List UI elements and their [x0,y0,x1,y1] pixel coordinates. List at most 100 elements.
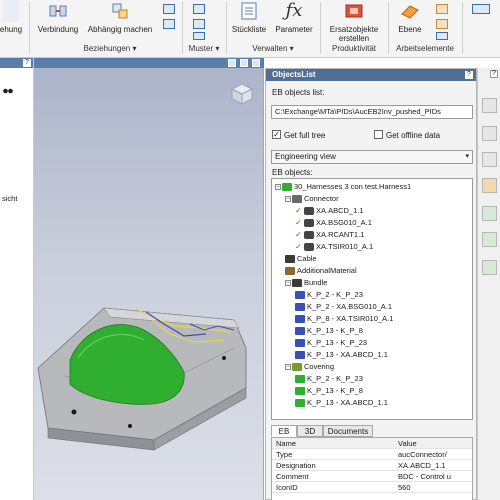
ebene-button[interactable]: Ebene [392,0,428,40]
tree-item[interactable]: K_P_8 - XA.TSIR010_A.1 [295,314,393,324]
harness-icon [282,183,292,192]
tree-item[interactable]: ✓ XA.ABCD_1.1 [295,206,364,216]
ribbon-button-partial[interactable]: ehung [0,0,24,40]
extra-icon[interactable] [472,4,490,14]
folder-icon [292,195,302,204]
circular-pattern-icon[interactable] [193,19,205,29]
tree-item[interactable]: K_P_13 - K_P_8 [295,326,363,336]
group-label-beziehungen[interactable]: Beziehungen ▾ [40,44,180,56]
help-icon[interactable]: ? [465,71,473,79]
covering-item-icon [295,375,305,384]
property-row[interactable]: Comment BDC - Control u [272,471,472,482]
wrench-icon[interactable] [482,152,497,167]
mirror-icon[interactable] [193,32,205,40]
connector-icon [304,207,314,216]
ribbon-separator [226,2,227,54]
property-value: XA.ABCD_1.1 [398,461,446,470]
tree-expander-icon[interactable]: − [275,184,281,191]
group-label-muster[interactable]: Muster ▾ [184,44,224,56]
harness-tool-icon[interactable] [482,206,497,221]
tree-item[interactable]: K_P_13 - K_P_8 [295,386,363,396]
covering-icon [292,363,302,372]
parameter-button[interactable]: ƒx Parameter [272,0,316,40]
status-check-icon: ✓ [295,218,302,228]
connection-icon [49,5,67,17]
status-check-icon: ✓ [295,230,302,240]
tree-item[interactable]: K_P_13 - K_P_23 [295,338,367,348]
ersatzobjekte-button[interactable]: Ersatzobjekte erstellen [322,0,386,43]
pencil-icon[interactable] [482,126,497,141]
tree-item-label: K_P_13 - K_P_8 [307,386,363,395]
tree-item[interactable]: Cable [285,254,317,264]
ucs-icon[interactable] [436,32,448,40]
connector-icon [304,231,314,240]
get-full-tree-label: Get full tree [284,131,326,140]
covering-tool-icon[interactable] [482,260,497,275]
pattern-small-icon-2[interactable] [163,19,175,29]
status-check-icon: ✓ [295,206,302,216]
tree-item[interactable]: AdditionalMaterial [285,266,357,276]
tree-item[interactable]: − Bundle [285,278,327,288]
tree-item[interactable]: K_P_2 - XA.BSG010_A.1 [295,302,392,312]
column-header-value: Value [398,439,417,448]
abhaengig-machen-button[interactable]: Abhängig machen [86,0,154,40]
tree-item-label: Bundle [304,278,328,287]
tree-expander-icon[interactable]: − [285,196,291,203]
tree-item[interactable]: ✓ XA.RCANT1.1 [295,230,364,240]
tree-expander-icon[interactable]: − [285,280,291,287]
ribbon-separator [462,2,463,54]
connector-tool-icon[interactable] [482,178,497,193]
group-label-verwalten[interactable]: Verwalten ▾ [228,44,318,56]
tree-item[interactable]: ✓ XA.TSIR010_A.1 [295,242,373,252]
property-row[interactable]: IconID 560 [272,482,472,493]
bundle-item-icon [295,351,305,360]
cable-icon [285,255,295,264]
tree-item[interactable]: K_P_13 - XA.ABCD_1.1 [295,398,388,408]
eb-objects-label: EB objects: [272,168,313,177]
bundle-item-icon [295,303,305,312]
view-select[interactable]: Engineering view ▾ [271,150,473,164]
bundle-item-icon [295,315,305,324]
bundle-tool-icon[interactable] [482,232,497,247]
tree-expander-icon[interactable]: − [285,364,291,371]
point-icon[interactable] [436,19,448,29]
ribbon-separator [320,2,321,54]
tree-item[interactable]: − 30_Harnesses 3 con test.Harness1 [275,182,411,192]
tab-eb[interactable]: EB [271,425,297,437]
get-offline-data-checkbox[interactable] [374,130,383,139]
3d-viewport[interactable] [34,58,264,500]
verbindung-button[interactable]: Verbindung [32,0,84,40]
property-row[interactable]: Type aucConnector/ [272,449,472,460]
tree-item[interactable]: K_P_13 - XA.ABCD_1.1 [295,350,388,360]
eb-objects-list-path-input[interactable]: C:\Exchange\MTa\PIDs\AucEB2Inv_pushed_PI… [271,105,473,119]
stueckliste-button[interactable]: Stückliste [228,0,270,40]
tree-item[interactable]: − Connector [285,194,339,204]
eb-objects-tree[interactable]: −30_Harnesses 3 con test.Harness1 − Connec… [271,178,473,420]
tab-3d[interactable]: 3D [297,425,323,437]
help-icon[interactable]: ? [23,59,31,67]
pattern-small-icon-1[interactable] [163,4,175,14]
harness-3d-model [37,307,247,451]
tree-item[interactable]: K_P_2 - K_P_23 [295,290,363,300]
get-full-tree-checkbox[interactable]: ✓ [272,130,281,139]
tree-item-label: XA.TSIR010_A.1 [316,242,374,251]
rectangular-pattern-icon[interactable] [193,4,205,14]
property-value: aucConnector/ [398,450,447,459]
tree-item[interactable]: K_P_2 - K_P_23 [295,374,363,384]
ribbon-separator [388,2,389,54]
ribbon-toolbar: ehung Verbindung Abhängig machen Beziehu… [0,0,500,58]
help-icon[interactable]: ? [490,70,498,78]
tree-item[interactable]: ✓ XA.BSG010_A.1 [295,218,372,228]
tree-item-label: Covering [304,362,335,371]
tree-item-label: XA.BSG010_A.1 [316,218,372,227]
tree-item-label: XA.RCANT1.1 [316,230,365,239]
pin-icon[interactable] [482,98,497,113]
property-row[interactable]: Designation XA.ABCD_1.1 [272,460,472,471]
function-fx-icon: ƒx [285,0,303,21]
property-name: Designation [276,461,316,470]
parts-list-icon [241,2,257,20]
tab-documents[interactable]: Documents [323,425,373,437]
binoculars-icon[interactable] [3,86,13,94]
tree-item[interactable]: − Covering [285,362,334,372]
axis-icon[interactable] [436,4,448,14]
